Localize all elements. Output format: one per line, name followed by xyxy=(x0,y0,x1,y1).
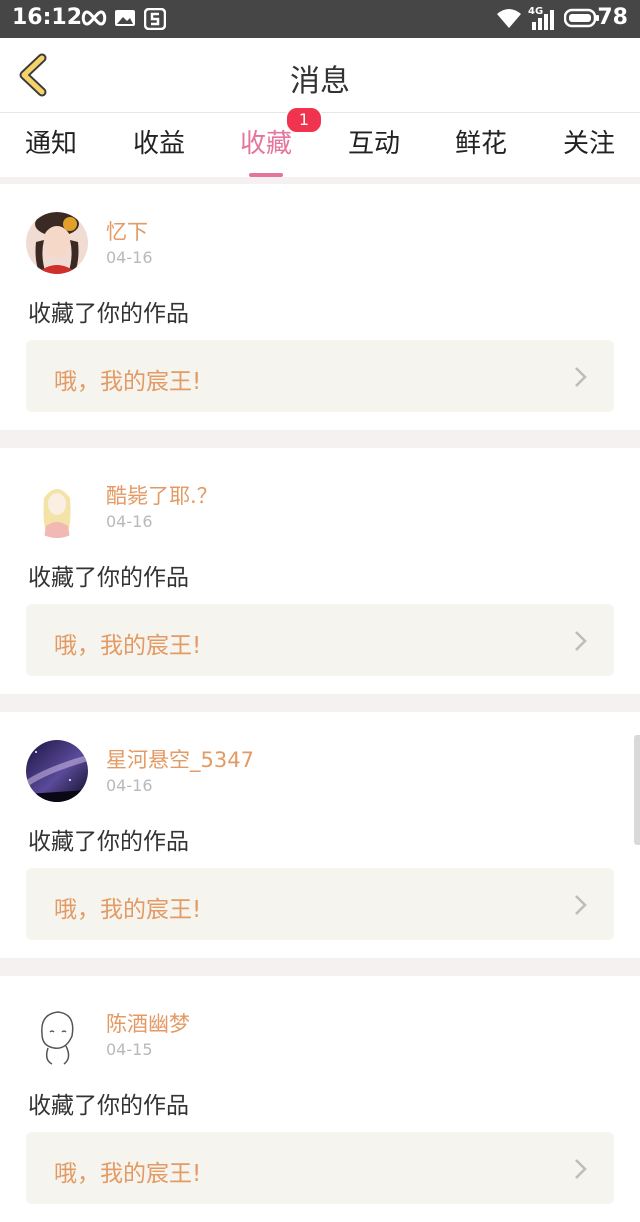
chevron-right-icon xyxy=(575,367,587,387)
username[interactable]: 忆下 xyxy=(106,216,148,246)
s-app-icon xyxy=(144,8,166,30)
user-avatar[interactable] xyxy=(26,476,88,538)
tab-interactions[interactable]: 互动 xyxy=(329,123,419,160)
tab-earnings[interactable]: 收益 xyxy=(114,123,204,160)
chevron-right-icon xyxy=(575,1159,587,1179)
username[interactable]: 星河悬空_5347 xyxy=(106,744,254,774)
battery-level: 78 xyxy=(597,5,628,30)
message-card: 陈酒幽梦 04-15 收藏了你的作品 哦，我的宸王! xyxy=(0,976,640,1222)
tab-notifications[interactable]: 通知 xyxy=(6,123,96,160)
active-tab-indicator xyxy=(249,173,283,177)
infinity-icon xyxy=(81,10,107,26)
username[interactable]: 陈酒幽梦 xyxy=(106,1008,190,1038)
message-action-text: 收藏了你的作品 xyxy=(28,565,189,591)
tab-label: 通知 xyxy=(24,129,77,159)
tab-label: 关注 xyxy=(562,129,615,159)
work-title: 哦，我的宸王! xyxy=(54,633,202,659)
tab-label: 收藏 xyxy=(239,129,292,159)
title-bar: 消息 xyxy=(0,38,640,113)
favorites-count-badge: 1 xyxy=(285,106,323,134)
message-action-text: 收藏了你的作品 xyxy=(28,1093,189,1119)
message-card: 星河悬空_5347 04-16 收藏了你的作品 哦，我的宸王! xyxy=(0,712,640,958)
user-avatar[interactable] xyxy=(26,740,88,802)
tab-label: 互动 xyxy=(347,129,400,159)
battery-icon xyxy=(564,8,599,28)
wifi-icon xyxy=(497,9,521,28)
message-date: 04-16 xyxy=(106,512,153,531)
work-title: 哦，我的宸王! xyxy=(54,1161,202,1187)
message-date: 04-16 xyxy=(106,248,153,267)
message-action-text: 收藏了你的作品 xyxy=(28,829,189,855)
work-title: 哦，我的宸王! xyxy=(54,369,202,395)
message-card: 酷毙了耶.？ 04-16 收藏了你的作品 哦，我的宸王! xyxy=(0,448,640,694)
tab-flowers[interactable]: 鲜花 xyxy=(436,123,526,160)
work-link[interactable]: 哦，我的宸王! xyxy=(26,604,614,676)
work-link[interactable]: 哦，我的宸王! xyxy=(26,1132,614,1204)
status-bar: 16:12 4G 78 xyxy=(0,0,640,38)
user-avatar[interactable] xyxy=(26,1004,88,1066)
message-date: 04-15 xyxy=(106,1040,153,1059)
message-date: 04-16 xyxy=(106,776,153,795)
tab-following[interactable]: 关注 xyxy=(544,123,634,160)
username[interactable]: 酷毙了耶.？ xyxy=(106,480,218,510)
scroll-handle[interactable] xyxy=(634,735,640,845)
tab-label: 鲜花 xyxy=(454,129,507,159)
chevron-right-icon xyxy=(575,895,587,915)
work-link[interactable]: 哦，我的宸王! xyxy=(26,868,614,940)
work-title: 哦，我的宸王! xyxy=(54,897,202,923)
status-time: 16:12 xyxy=(12,5,83,30)
message-action-text: 收藏了你的作品 xyxy=(28,301,189,327)
tab-label: 收益 xyxy=(132,129,185,159)
work-link[interactable]: 哦，我的宸王! xyxy=(26,340,614,412)
user-avatar[interactable] xyxy=(26,212,88,274)
image-icon xyxy=(115,10,135,26)
message-card: 忆下 04-16 收藏了你的作品 哦，我的宸王! xyxy=(0,184,640,430)
signal-icon xyxy=(532,10,554,30)
page-title: 消息 xyxy=(290,64,350,99)
chevron-right-icon xyxy=(575,631,587,651)
